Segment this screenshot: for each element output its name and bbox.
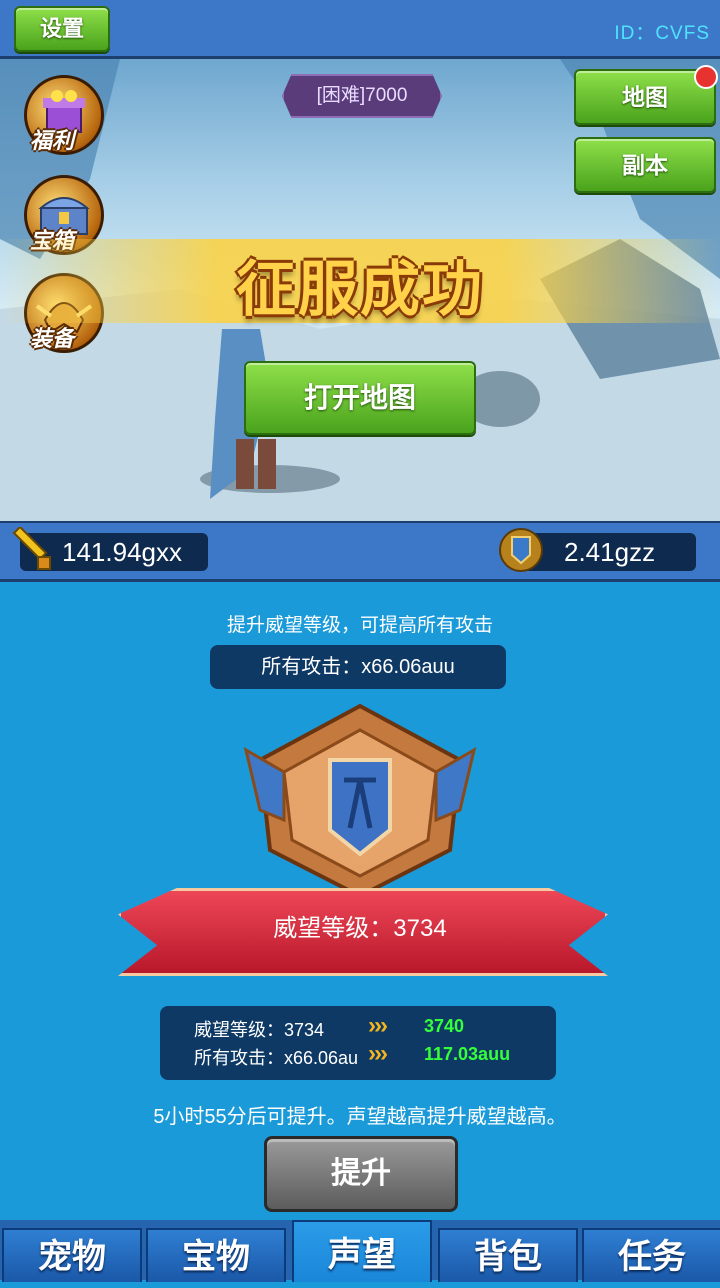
prestige-hint: 提升威望等级，可提高所有攻击 xyxy=(226,615,493,636)
tab-backpack[interactable]: 背包 xyxy=(438,1228,578,1282)
upgrade-button[interactable]: 提升 xyxy=(264,1136,458,1212)
attack-value: 141.94gxx xyxy=(62,537,182,567)
all-attack-box: 所有攻击：x66.06auu xyxy=(210,645,506,689)
sword-icon xyxy=(8,525,54,573)
tab-reputation[interactable]: 声望 xyxy=(292,1220,432,1282)
prestige-emblem xyxy=(240,700,480,900)
laurel-crest-icon xyxy=(496,525,546,575)
cooldown-text: 5小时55分后可提升。声望越高提升威望越高。 xyxy=(153,1106,567,1128)
prestige-value: 2.41gzz xyxy=(564,537,656,567)
upgrade-compare-box: 威望等级：3734 ››› 3740 所有攻击：x66.06au ››› 117… xyxy=(160,1006,556,1080)
compare-level-next: 3740 xyxy=(424,1016,465,1036)
compare-level-label: 威望等级：3734 xyxy=(194,1020,325,1040)
welfare-label: 福利 xyxy=(30,128,75,153)
settings-button[interactable]: 设置 xyxy=(14,6,110,52)
prestige-resource: 2.41gzz xyxy=(520,533,696,571)
bottom-tab-bar: 宠物 宝物 声望 背包 任务 xyxy=(0,1220,720,1282)
arrow-right-icon: ››› xyxy=(368,1040,388,1067)
notification-dot-icon xyxy=(694,65,718,89)
dungeon-button[interactable]: 副本 xyxy=(574,137,716,193)
tab-pets[interactable]: 宠物 xyxy=(2,1228,142,1282)
victory-title: 征服成功 xyxy=(236,256,484,323)
arrow-right-icon: ››› xyxy=(368,1012,388,1039)
difficulty-badge: [困难]7000 xyxy=(282,74,442,118)
resource-bar: 141.94gxx 2.41gzz xyxy=(0,521,720,582)
battle-scene: [困难]7000 福利 宝箱 装备 地图 副本 征服成功 打开地图 xyxy=(0,59,720,521)
compare-attack-label: 所有攻击：x66.06au xyxy=(194,1048,359,1068)
ribbon-level-text: 威望等级：3734 xyxy=(273,915,447,942)
tab-treasures[interactable]: 宝物 xyxy=(146,1228,286,1282)
top-bar: 设置 ID：CVFS xyxy=(0,0,720,59)
compare-attack-next: 117.03auu xyxy=(424,1044,511,1064)
player-id: ID：CVFS xyxy=(614,23,710,44)
tab-quests[interactable]: 任务 xyxy=(582,1228,720,1282)
all-attack-label: 所有攻击：x66.06auu xyxy=(261,656,455,678)
open-map-button[interactable]: 打开地图 xyxy=(244,361,476,435)
